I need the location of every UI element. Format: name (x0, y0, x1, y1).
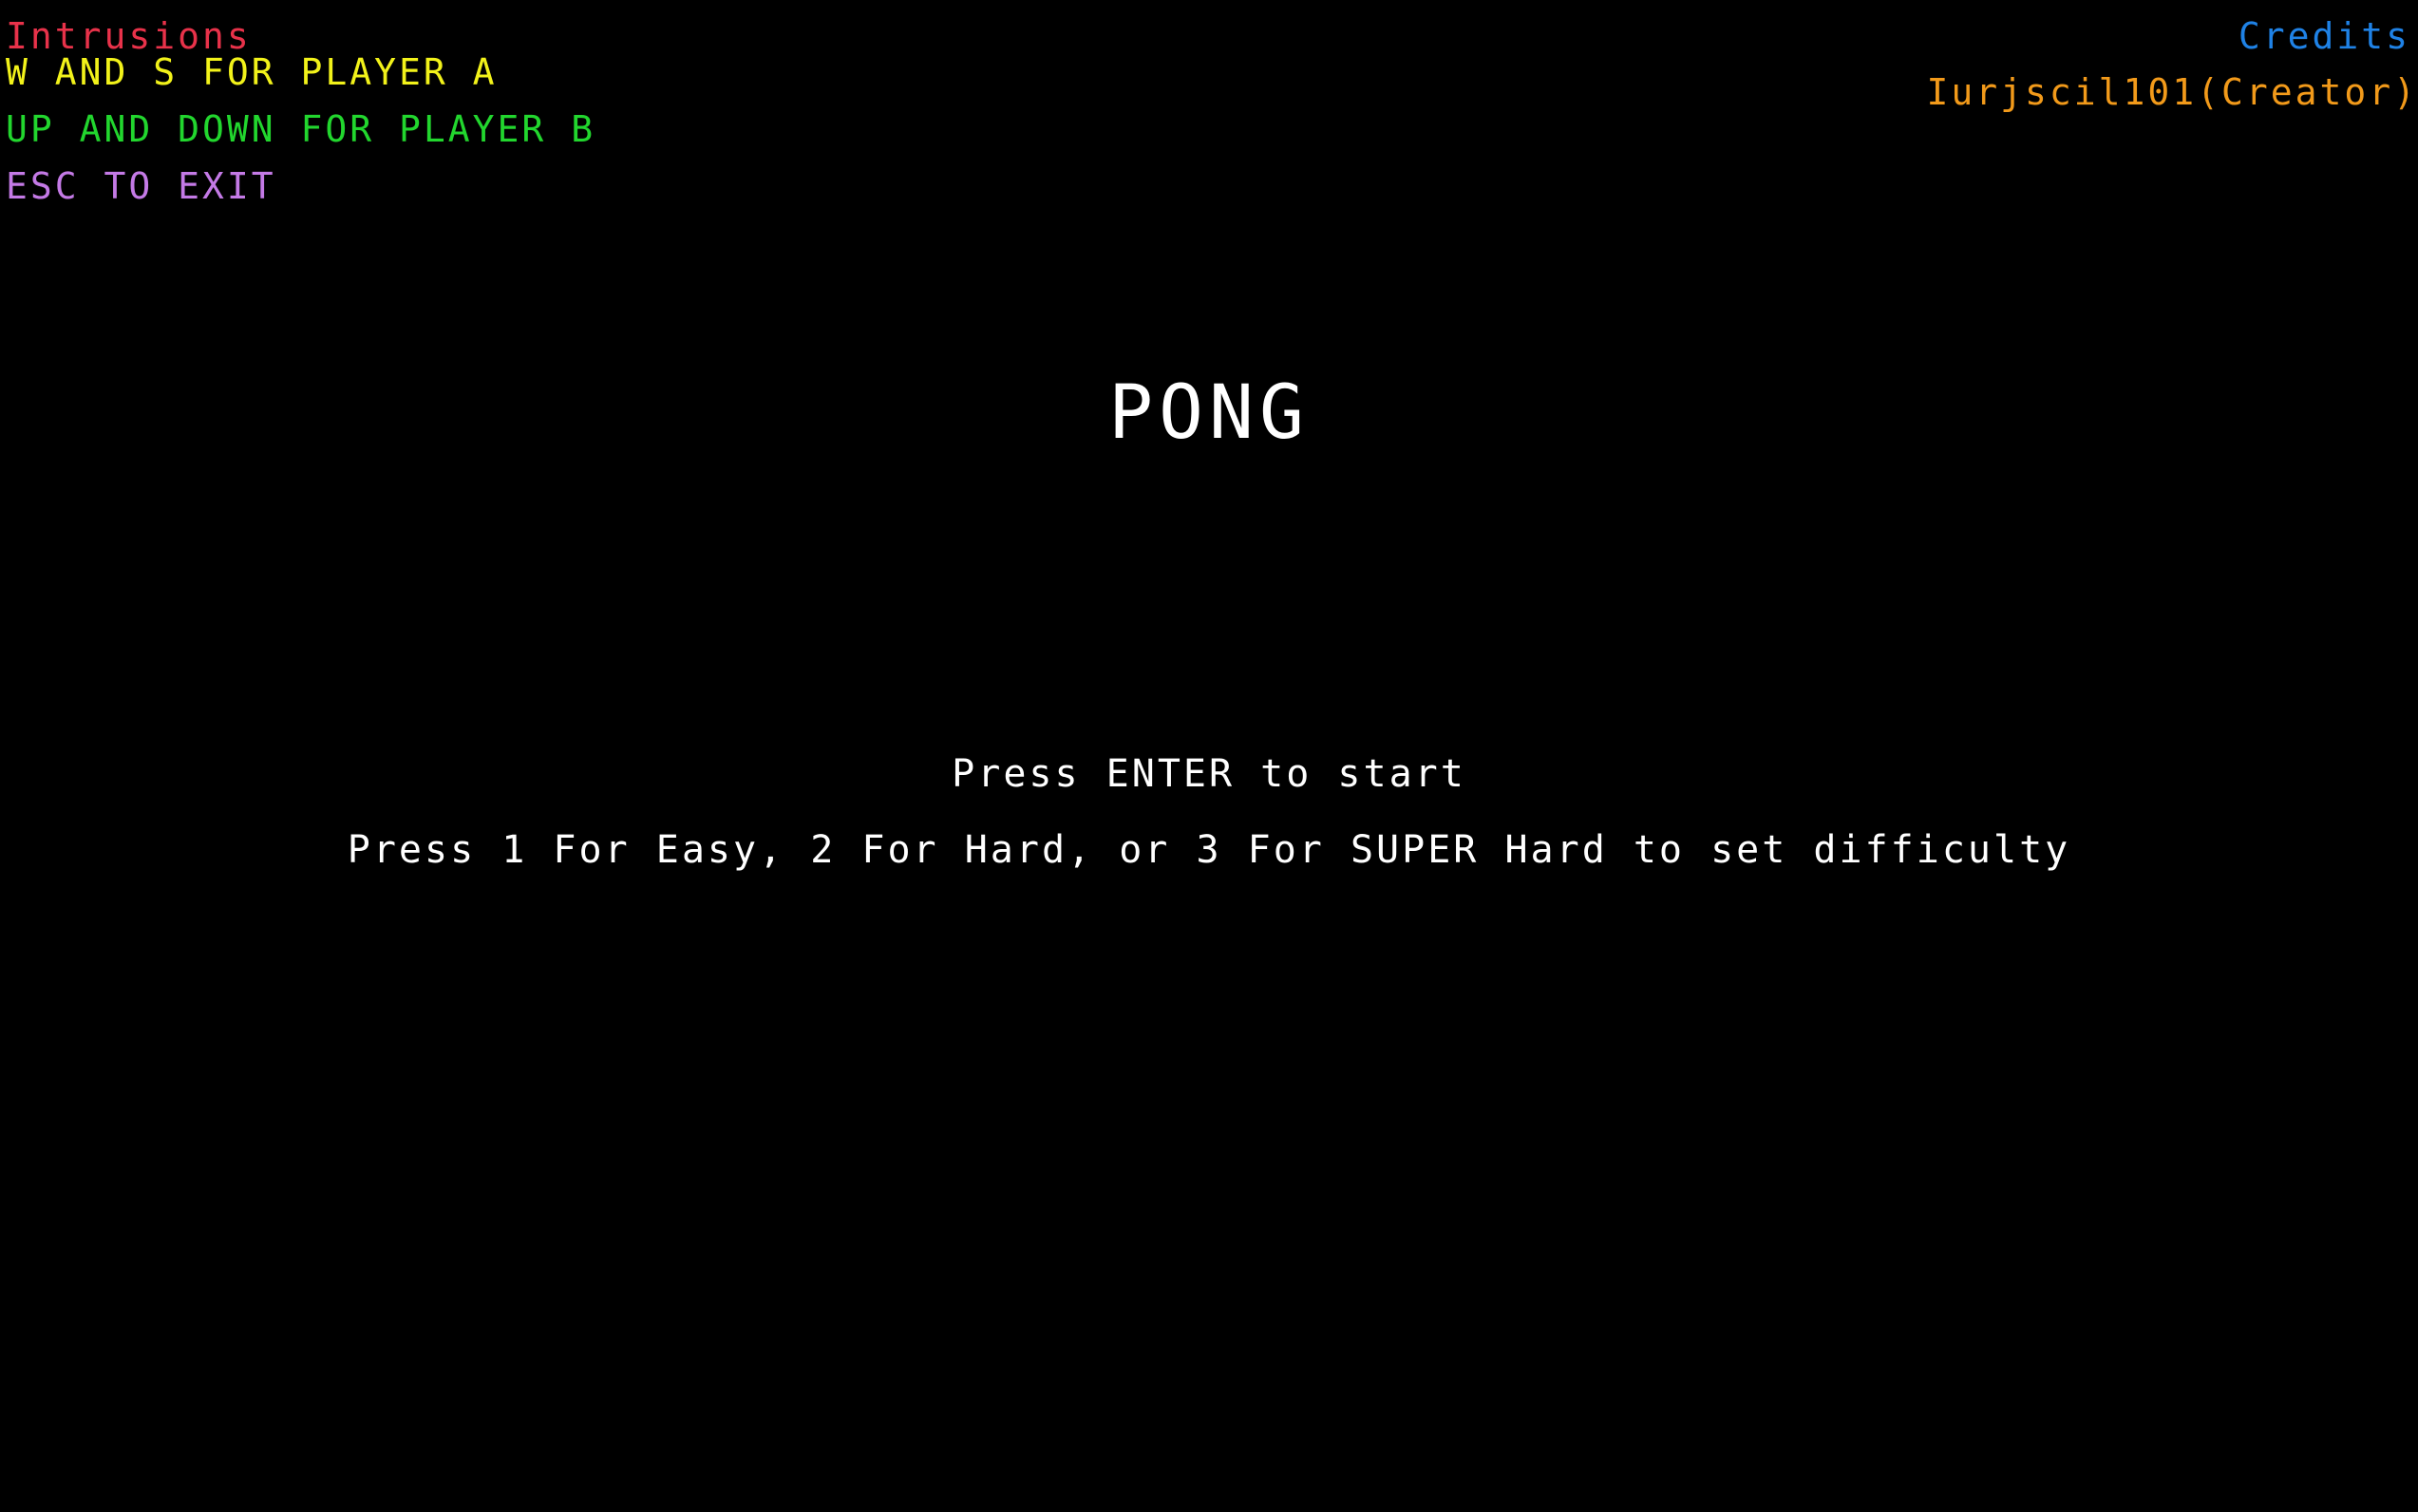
instruction-exit: ESC TO EXIT (6, 165, 276, 207)
instruction-player-a: W AND S FOR PLAYER A (6, 51, 498, 93)
instructions-title: Intrusions (6, 15, 252, 57)
credits-title: Credits (2238, 15, 2410, 57)
credits-creator: Iurjscil101(Creator) (1926, 71, 2418, 113)
game-screen[interactable]: Intrusions W AND S FOR PLAYER A UP AND D… (0, 0, 2418, 1512)
start-prompt: Press ENTER to start (952, 752, 1466, 796)
game-title: PONG (1108, 370, 1310, 456)
difficulty-prompt: Press 1 For Easy, 2 For Hard, or 3 For S… (347, 828, 2071, 872)
instruction-player-b: UP AND DOWN FOR PLAYER B (6, 108, 596, 150)
